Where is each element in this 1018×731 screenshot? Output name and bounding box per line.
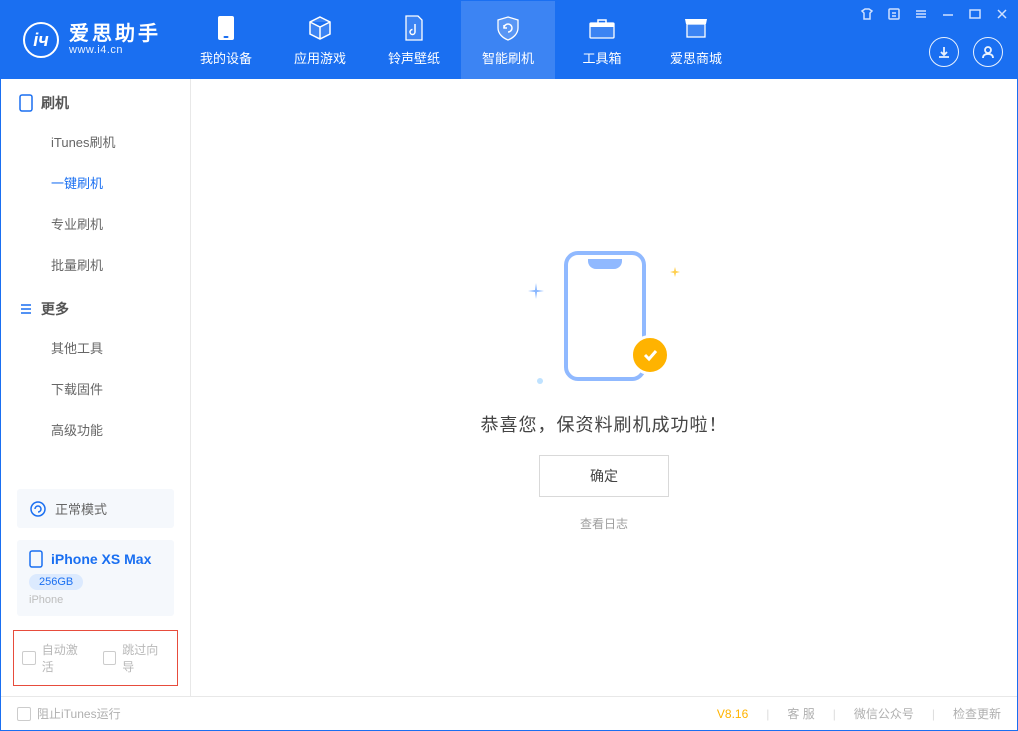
nav-tab-tools[interactable]: 工具箱 [555,1,649,79]
maximize-icon[interactable] [966,5,984,23]
footer-link-wechat[interactable]: 微信公众号 [854,705,914,722]
app-logo[interactable]: iч 爱思助手 www.i4.cn [1,1,179,79]
sidebar-item-download-firmware[interactable]: 下载固件 [1,368,190,409]
success-illustration [534,243,674,393]
phone-small-icon [19,94,33,112]
cube-icon [305,14,335,42]
app-header: iч 爱思助手 www.i4.cn 我的设备 应用游戏 [1,1,1017,79]
sidebar-item-oneclick-flash[interactable]: 一键刷机 [1,162,190,203]
store-icon [681,14,711,42]
menu-icon[interactable] [912,5,930,23]
sparkle-icon [528,283,544,299]
device-mode-label: 正常模式 [55,499,107,518]
device-card[interactable]: iPhone XS Max 256GB iPhone [17,540,174,616]
check-badge-icon [630,335,670,375]
device-mode-box[interactable]: 正常模式 [17,489,174,528]
nav-tab-ringtone[interactable]: 铃声壁纸 [367,1,461,79]
shield-refresh-icon [493,14,523,42]
device-name: iPhone XS Max [51,551,151,567]
checkbox-skip-guide[interactable]: 跳过向导 [103,641,170,675]
sidebar-item-itunes-flash[interactable]: iTunes刷机 [1,121,190,162]
success-message: 恭喜您，保资料刷机成功啦！ [481,411,728,437]
phone-icon [211,14,241,42]
download-icon[interactable] [929,37,959,67]
sidebar: 刷机 iTunes刷机 一键刷机 专业刷机 批量刷机 更多 其他工具 下载固件 … [1,79,191,696]
tshirt-icon[interactable] [858,5,876,23]
sparkle-icon [670,267,680,277]
sparkle-icon [536,377,544,385]
nav-tabs: 我的设备 应用游戏 铃声壁纸 智能刷机 [179,1,743,79]
highlighted-options: 自动激活 跳过向导 [13,630,178,686]
device-subtype: iPhone [29,594,162,606]
list-icon [19,302,33,316]
minimize-icon[interactable] [939,5,957,23]
app-name-en: www.i4.cn [69,44,161,56]
header-actions [929,37,1003,67]
sidebar-item-other-tools[interactable]: 其他工具 [1,327,190,368]
nav-tab-flash[interactable]: 智能刷机 [461,1,555,79]
footer-link-support[interactable]: 客 服 [787,705,814,722]
nav-tab-store[interactable]: 爱思商城 [649,1,743,79]
app-window: iч 爱思助手 www.i4.cn 我的设备 应用游戏 [0,0,1018,731]
refresh-icon [29,500,47,518]
sidebar-item-batch-flash[interactable]: 批量刷机 [1,244,190,285]
main-content: 恭喜您，保资料刷机成功啦！ 确定 查看日志 [191,79,1017,696]
app-name-cn: 爱思助手 [69,24,161,44]
checkbox-auto-activate[interactable]: 自动激活 [22,641,89,675]
close-icon[interactable] [993,5,1011,23]
version-label: V8.16 [717,707,748,721]
nav-tab-device[interactable]: 我的设备 [179,1,273,79]
device-storage: 256GB [29,574,83,590]
view-log-link[interactable]: 查看日志 [580,515,628,532]
user-icon[interactable] [973,37,1003,67]
sidebar-group-flash: 刷机 [1,79,190,121]
toolbox-icon [587,14,617,42]
ok-button[interactable]: 确定 [539,455,669,497]
body-area: 刷机 iTunes刷机 一键刷机 专业刷机 批量刷机 更多 其他工具 下载固件 … [1,79,1017,696]
music-file-icon [399,14,429,42]
status-bar: 阻止iTunes运行 V8.16 | 客 服 | 微信公众号 | 检查更新 [1,696,1017,730]
window-controls [858,5,1011,23]
phone-small-icon [29,550,43,568]
nav-tab-apps[interactable]: 应用游戏 [273,1,367,79]
feedback-icon[interactable] [885,5,903,23]
sidebar-group-more: 更多 [1,285,190,327]
sidebar-item-advanced[interactable]: 高级功能 [1,409,190,450]
sidebar-item-pro-flash[interactable]: 专业刷机 [1,203,190,244]
checkbox-block-itunes[interactable]: 阻止iTunes运行 [17,705,121,722]
logo-icon: iч [23,22,59,58]
footer-link-update[interactable]: 检查更新 [953,705,1001,722]
